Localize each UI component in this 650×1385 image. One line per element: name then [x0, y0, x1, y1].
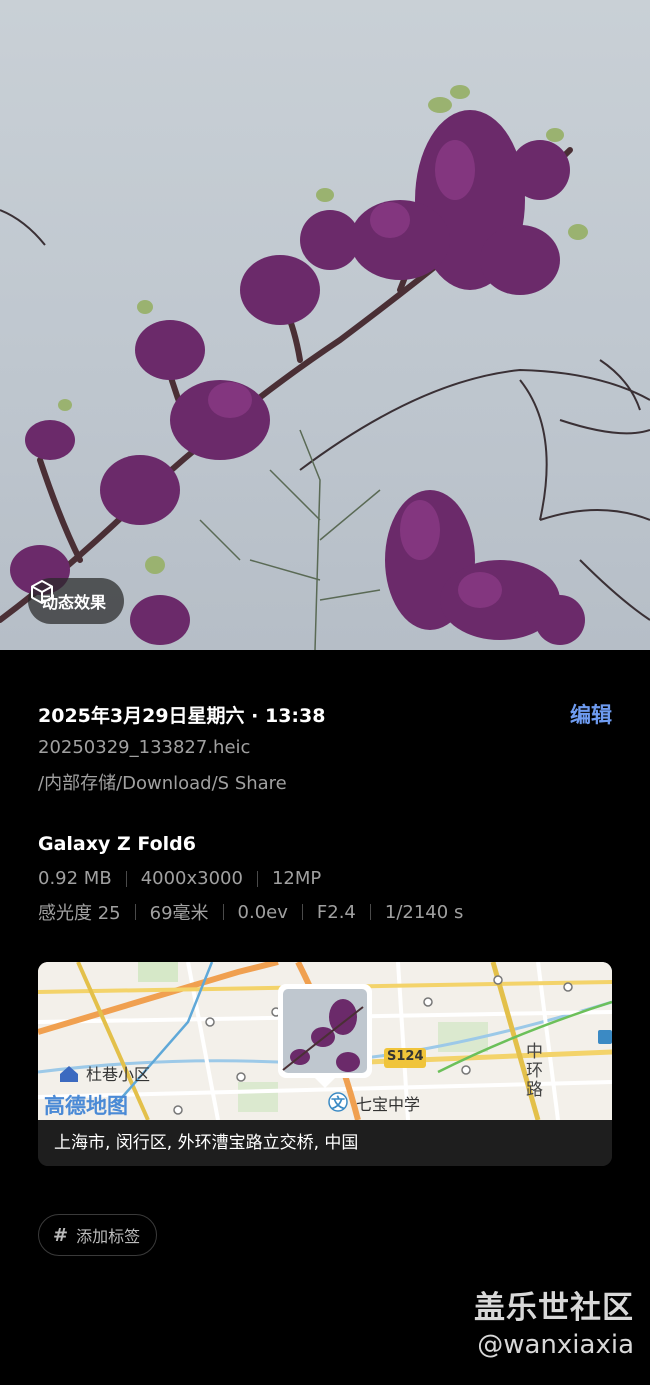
divider: [222, 904, 224, 920]
photo-image: [0, 85, 650, 650]
file-name: 20250329_133827.heic: [38, 737, 251, 758]
divider: [369, 904, 371, 920]
iso-value: 感光度 25: [38, 903, 121, 924]
camera-specs-row: 感光度 25 69毫米 0.0ev F2.4 1/2140 s: [38, 899, 463, 925]
watermark-community: 盖乐世社区: [474, 1290, 634, 1326]
hashtag-icon: #: [53, 1224, 69, 1246]
motion-cube-icon: [31, 580, 53, 604]
divider: [301, 904, 303, 920]
map-label-school: 七宝中学: [356, 1095, 421, 1114]
location-address: 上海市, 闵行区, 外环漕宝路立交桥, 中国: [38, 1120, 612, 1166]
map-provider-logo: 高德地图: [44, 1094, 128, 1118]
edit-button[interactable]: 编辑: [570, 699, 612, 729]
focal-length: 69毫米: [149, 903, 209, 924]
shutter-speed: 1/2140 s: [384, 901, 464, 923]
aperture: F2.4: [316, 901, 356, 923]
device-name: Galaxy Z Fold6: [38, 833, 196, 855]
divider: [125, 870, 127, 887]
map-road-badge: S124: [387, 1049, 424, 1064]
divider: [134, 904, 136, 920]
map-view[interactable]: 杜巷小区 高德地图 文 七宝中学 S124 中环路: [38, 962, 612, 1120]
map-label-ring-road: 中环路: [522, 1042, 542, 1099]
add-tag-label: 添加标签: [76, 1227, 141, 1246]
megapixels: 12MP: [271, 868, 322, 889]
file-size: 0.92 MB: [38, 868, 112, 889]
exposure-value: 0.0ev: [237, 901, 288, 923]
divider: [256, 870, 258, 887]
map-label-district: 杜巷小区: [86, 1065, 151, 1084]
location-map-card[interactable]: 杜巷小区 高德地图 文 七宝中学 S124 中环路 上海市, 闵行区, 外环漕宝…: [38, 962, 612, 1166]
file-specs-row: 0.92 MB 4000x3000 12MP: [38, 868, 321, 889]
photo-preview[interactable]: 动态效果: [0, 0, 650, 650]
motion-effect-button[interactable]: 动态效果: [28, 578, 125, 624]
add-tag-button[interactable]: # 添加标签: [38, 1214, 158, 1256]
photo-date-time: 2025年3月29日星期六 · 13:38: [38, 705, 326, 727]
file-path: /内部存储/Download/S Share: [38, 773, 287, 794]
watermark-username: @wanxiaxia: [477, 1330, 634, 1360]
school-icon: 文: [331, 1096, 345, 1112]
resolution: 4000x3000: [140, 868, 243, 889]
